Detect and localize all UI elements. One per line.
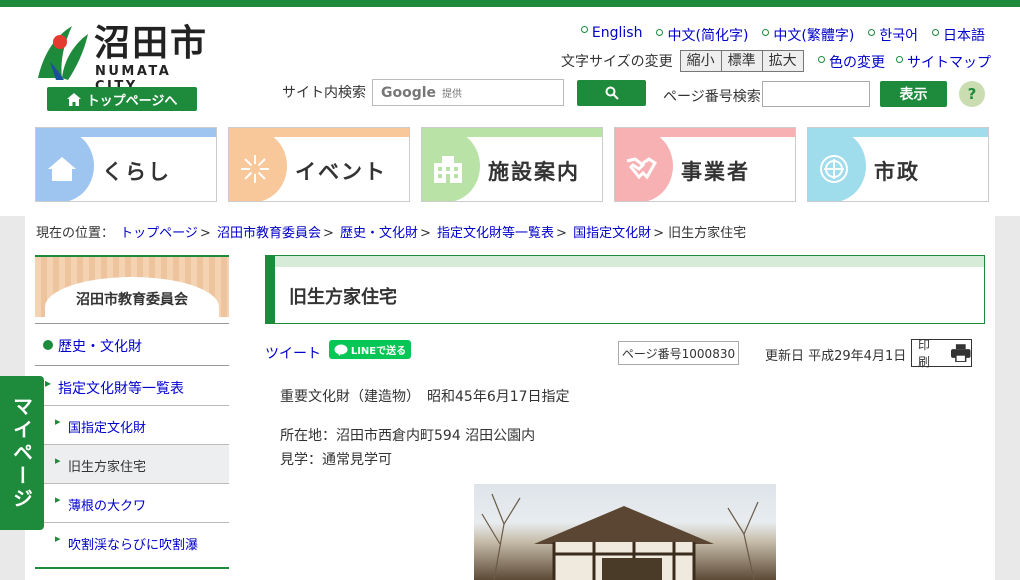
mypage-tab[interactable]: マイページ xyxy=(0,376,44,530)
house-photo xyxy=(474,484,776,580)
city-emblem-icon xyxy=(816,154,852,184)
site-logo[interactable]: 沼田市 NUMATA CITY xyxy=(34,22,210,94)
sidebar-item-label[interactable]: 国指定文化財 xyxy=(68,421,146,436)
lang-korean[interactable]: 한국어 xyxy=(868,25,918,45)
top-page-label: トップページへ xyxy=(86,93,178,109)
designation-text: 重要文化財（建造物） 昭和45年6月17日指定 xyxy=(280,389,570,405)
location-text: 所在地：沼田市西倉内町594 沼田公園内 xyxy=(280,428,536,444)
sidebar-item-label[interactable]: 指定文化財等一覧表 xyxy=(58,381,184,397)
help-icon[interactable]: ? xyxy=(959,81,985,107)
google-provided-label: 提供 xyxy=(442,89,463,100)
page-title-box: 旧生方家住宅 xyxy=(265,255,985,324)
gnav-business[interactable]: 事業者 xyxy=(614,127,796,202)
font-size-larger-button[interactable]: 拡大 xyxy=(761,50,804,72)
sidebar-heading: 沼田市教育委員会 xyxy=(35,255,229,317)
line-icon xyxy=(334,344,348,356)
sidebar-item-mulberry[interactable]: 薄根の大クワ xyxy=(35,483,229,522)
page-number-badge: ページ番号1000830 xyxy=(618,341,739,365)
tweet-link[interactable]: ツイート xyxy=(265,343,321,363)
google-label: Google xyxy=(381,84,437,101)
font-size-smaller-button[interactable]: 縮小 xyxy=(679,50,722,72)
page-number-input[interactable] xyxy=(762,81,870,107)
sidebar-item-label[interactable]: 薄根の大クワ xyxy=(68,499,146,514)
page-title: 旧生方家住宅 xyxy=(289,287,397,308)
sidebar-item-history[interactable]: 歴史・文化財 xyxy=(35,323,229,365)
top-color-bar xyxy=(0,0,1020,7)
gnav-city-admin[interactable]: 市政 xyxy=(807,127,989,202)
sidebar-item-national[interactable]: 国指定文化財 xyxy=(35,405,229,444)
breadcrumb-prefix: 現在の位置： xyxy=(36,226,115,241)
breadcrumb-current: 旧生方家住宅 xyxy=(668,226,747,241)
sidebar-item-fukiware[interactable]: 吹割渓ならびに吹割瀑 xyxy=(35,522,229,561)
sidebar-bottom-line xyxy=(35,567,229,569)
sidebar-menu: 歴史・文化財 指定文化財等一覧表 国指定文化財 旧生方家住宅 薄根の大クワ 吹割… xyxy=(35,323,229,561)
breadcrumb-item-national[interactable]: 国指定文化財 xyxy=(573,226,651,241)
font-size-control: 文字サイズの変更 縮小 標準 拡大 xyxy=(561,50,804,72)
gnav-facilities[interactable]: 施設案内 xyxy=(421,127,603,202)
breadcrumb-item-designated-list[interactable]: 指定文化財等一覧表 xyxy=(437,226,554,241)
page-number-search-label: ページ番号検索 xyxy=(663,89,761,105)
search-icon xyxy=(605,86,619,100)
lang-english[interactable]: English xyxy=(581,25,643,45)
gnav-living[interactable]: くらし xyxy=(35,127,217,202)
sidebar-item-label: 旧生方家住宅 xyxy=(68,460,147,475)
breadcrumb: 現在の位置： トップページ > 沼田市教育委員会 > 歴史・文化財 > 指定文化財等一… xyxy=(36,226,747,241)
sidebar-item-label[interactable]: 歴史・文化財 xyxy=(58,339,142,355)
gnav-label: くらし xyxy=(102,160,171,184)
global-navigation: くらし イベント 施設案内 事業者 市政 xyxy=(35,127,989,202)
printer-icon xyxy=(951,344,971,362)
lang-chinese-simplified[interactable]: 中文(简化字) xyxy=(656,25,748,45)
site-search-input[interactable]: Google 提供 xyxy=(372,79,564,106)
gnav-label: イベント xyxy=(295,160,387,184)
sidebar-item-designated-list[interactable]: 指定文化財等一覧表 xyxy=(35,365,229,405)
sitemap-link[interactable]: サイトマップ xyxy=(896,52,991,72)
city-emblem-icon xyxy=(38,26,88,80)
show-button[interactable]: 表示 xyxy=(880,81,947,107)
sidebar-item-current: 旧生方家住宅 xyxy=(35,444,229,483)
firework-icon xyxy=(237,154,273,184)
house-icon xyxy=(44,154,80,184)
title-strip xyxy=(275,256,984,267)
updated-date: 更新日 平成29年4月1日 xyxy=(765,349,907,364)
sidebar-heading-link[interactable]: 沼田市教育委員会 xyxy=(35,289,229,309)
gnav-label: 市政 xyxy=(874,160,920,184)
gnav-label: 施設案内 xyxy=(488,160,580,184)
breadcrumb-item-top[interactable]: トップページ xyxy=(120,226,198,241)
color-change-link[interactable]: 色の変更 xyxy=(818,52,885,72)
gnav-label: 事業者 xyxy=(681,160,750,184)
building-icon xyxy=(430,154,466,184)
line-share-label: LINEで送る xyxy=(350,346,407,357)
line-share-button[interactable]: LINEで送る xyxy=(329,340,411,359)
print-label: 印刷 xyxy=(918,338,931,369)
print-button[interactable]: 印刷 xyxy=(911,338,972,369)
font-size-label: 文字サイズの変更 xyxy=(561,54,673,70)
logo-text: 沼田市 xyxy=(94,23,209,64)
handshake-icon xyxy=(623,154,659,184)
breadcrumb-item-history[interactable]: 歴史・文化財 xyxy=(340,226,418,241)
breadcrumb-item-education-board[interactable]: 沼田市教育委員会 xyxy=(217,226,321,241)
language-links: English 中文(简化字) 中文(繁體字) 한국어 日本語 xyxy=(581,25,985,45)
top-page-button[interactable]: トップページへ xyxy=(47,87,197,111)
site-search-label: サイト内検索 xyxy=(282,85,366,101)
lang-japanese[interactable]: 日本語 xyxy=(932,25,985,45)
search-button[interactable] xyxy=(577,80,646,106)
visit-text: 見学：通常見学可 xyxy=(280,452,392,468)
lang-chinese-traditional[interactable]: 中文(繁體字) xyxy=(762,25,854,45)
gnav-event[interactable]: イベント xyxy=(228,127,410,202)
home-icon xyxy=(66,92,81,106)
font-size-standard-button[interactable]: 標準 xyxy=(720,50,763,72)
sidebar-item-label[interactable]: 吹割渓ならびに吹割瀑 xyxy=(68,538,198,553)
